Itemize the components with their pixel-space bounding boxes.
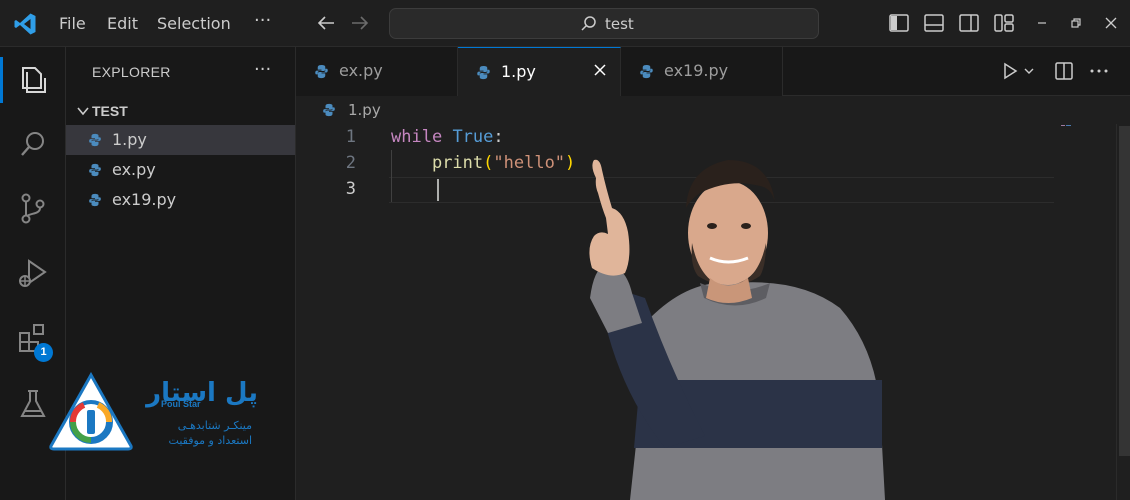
search-icon[interactable] (13, 124, 53, 164)
poul-star-logo-icon (49, 372, 133, 451)
tab-ex-py[interactable]: ex.py (296, 47, 458, 96)
brand-title-en: Poul Star (161, 399, 201, 409)
file-name: 1.py (112, 130, 147, 149)
presenter-photo (589, 159, 885, 500)
close-window-icon[interactable] (1099, 11, 1123, 35)
file-name: ex19.py (112, 190, 177, 209)
active-indicator (0, 57, 3, 103)
customize-layout-icon[interactable] (992, 11, 1016, 35)
tab-label: ex.py (339, 61, 383, 80)
vscode-logo-icon[interactable] (13, 12, 37, 36)
forward-arrow-icon[interactable] (348, 11, 372, 35)
python-file-icon (89, 163, 101, 177)
split-editor-icon[interactable] (1053, 60, 1075, 82)
brand-subtitle-1: مینکـر شتابدهـی (177, 419, 252, 432)
code-line-2: print("hello") (391, 153, 575, 173)
brand-subtitle-2: استعداد و موفقیت (168, 434, 252, 447)
toggle-panel-icon[interactable] (922, 11, 946, 35)
line-number-current: 3 (345, 179, 356, 199)
folder-test[interactable]: TEST (70, 100, 292, 122)
breadcrumb-file[interactable]: 1.py (348, 101, 381, 119)
colon: : (493, 127, 504, 147)
minimap-line (1061, 125, 1071, 126)
menu-selection[interactable]: Selection (157, 14, 231, 33)
explorer-icon[interactable] (13, 59, 53, 99)
menu-more[interactable]: ··· (254, 10, 271, 31)
python-file-icon (315, 64, 328, 79)
file-item-expy[interactable]: ex.py (66, 155, 295, 185)
menu-file[interactable]: File (59, 14, 86, 33)
menu-edit[interactable]: Edit (107, 14, 138, 33)
tab-1-py[interactable]: 1.py (458, 47, 621, 96)
python-file-icon (89, 193, 101, 207)
more-actions-icon[interactable] (1088, 60, 1110, 82)
source-control-icon[interactable] (13, 188, 53, 228)
python-file-icon (640, 64, 653, 79)
constant-true: True (452, 127, 494, 147)
scrollbar-thumb[interactable] (1119, 126, 1130, 456)
explorer-title: EXPLORER (92, 64, 171, 80)
brand-watermark: پل استار Poul Star مینکـر شتابدهـی استعد… (48, 372, 268, 462)
string-literal: "hello" (493, 153, 566, 173)
vertical-scrollbar[interactable] (1116, 124, 1130, 500)
extensions-badge: 1 (34, 343, 53, 362)
python-file-icon (89, 133, 101, 147)
restore-icon[interactable] (1064, 11, 1088, 35)
toggle-primary-sidebar-icon[interactable] (887, 11, 911, 35)
open-paren: ( (483, 153, 494, 173)
code-line-1: while True: (391, 127, 504, 147)
file-name: ex.py (112, 160, 156, 179)
editor-tab-bar: ex.py 1.py ex19.py (296, 47, 1130, 96)
file-item-1py[interactable]: 1.py (66, 125, 295, 155)
file-item-ex19py[interactable]: ex19.py (66, 185, 295, 215)
search-icon (581, 16, 596, 31)
run-debug-icon[interactable] (13, 253, 53, 293)
explorer-more-button[interactable]: ··· (254, 59, 271, 80)
command-center-search[interactable]: test (389, 8, 819, 39)
testing-icon[interactable] (13, 384, 53, 424)
tab-label: ex19.py (664, 61, 729, 80)
function-print: print (431, 153, 484, 173)
breadcrumb: 1.py (296, 96, 1130, 124)
keyword-while: while (391, 127, 443, 147)
search-text: test (605, 15, 634, 33)
back-arrow-icon[interactable] (314, 11, 338, 35)
minimize-icon[interactable] (1030, 11, 1054, 35)
run-python-file-icon[interactable] (999, 60, 1021, 82)
python-file-icon (323, 103, 335, 117)
close-tab-icon[interactable] (592, 62, 608, 78)
line-number: 2 (345, 153, 356, 173)
title-bar: File Edit Selection ··· test (0, 0, 1130, 47)
tab-label: 1.py (501, 62, 536, 81)
tab-ex19-py[interactable]: ex19.py (621, 47, 783, 96)
chevron-down-icon (77, 107, 89, 116)
line-number: 1 (345, 127, 356, 147)
python-file-icon (477, 65, 490, 80)
toggle-secondary-sidebar-icon[interactable] (957, 11, 981, 35)
run-options-chevron-icon[interactable] (1022, 60, 1036, 82)
folder-label: TEST (92, 103, 128, 119)
text-cursor (437, 179, 439, 201)
